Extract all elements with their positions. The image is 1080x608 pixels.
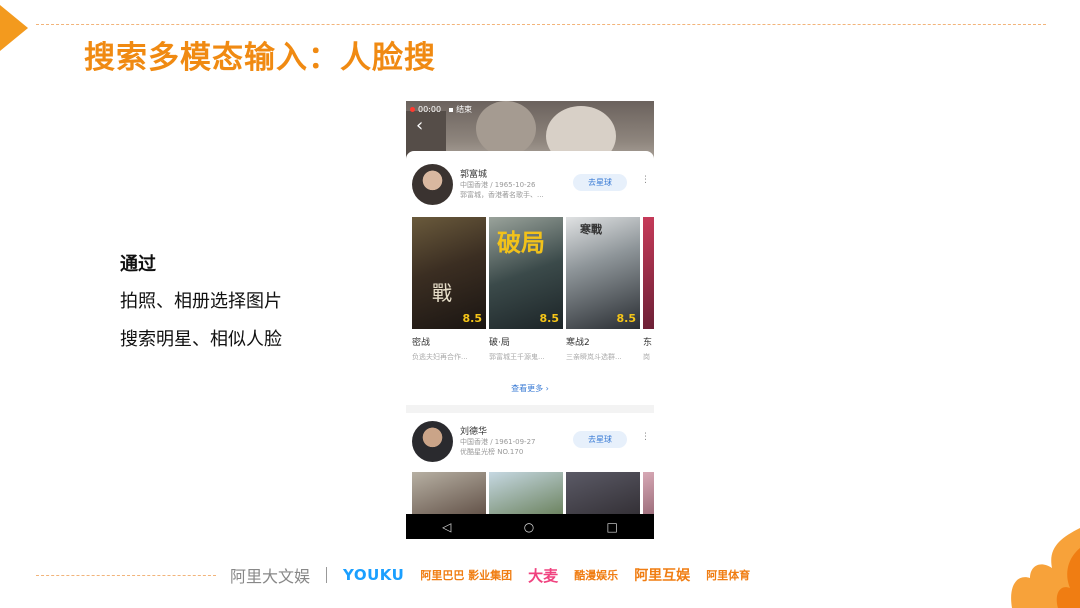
record-dot-icon — [410, 107, 415, 112]
movie-desc: 郭富城王千源鬼... — [489, 353, 545, 361]
poster-title-art: 破局 — [497, 229, 545, 257]
movie-item[interactable]: 密战 负逃夫妇再合作... — [412, 335, 486, 361]
movie-item[interactable]: 破·局 郭富城王千源鬼... — [489, 335, 563, 361]
rating-badge: 8.5 — [616, 312, 637, 325]
recording-indicator: 00:00 — [410, 105, 441, 114]
stop-button[interactable]: 结束 — [449, 104, 472, 115]
damai-logo: 大麦 — [528, 566, 559, 585]
movie-title-row: 密战 负逃夫妇再合作... 破·局 郭富城王千源鬼... 寒战2 三亲瞬岚斗选群… — [412, 335, 654, 361]
bullet-line: 拍照、相册选择图片 — [120, 291, 282, 312]
movie-poster[interactable]: 寒戰 8.5 — [566, 217, 640, 329]
kuman-logo: 酷漫娱乐 — [574, 569, 619, 582]
celebrity-header[interactable]: 刘德华 中国香港 / 1961-09-27 优酷星光榜 NO.170 去星球 ⋮ — [412, 421, 650, 463]
top-dashed-divider — [36, 24, 1046, 25]
alisports-logo: 阿里体育 — [706, 569, 751, 582]
movie-item[interactable]: 东 岗 — [643, 335, 654, 361]
logo-separator — [326, 567, 328, 583]
stop-icon — [449, 108, 454, 112]
bullet-list: 通过 拍照、相册选择图片 搜索明星、相似人脸 — [120, 250, 282, 363]
nav-home-icon[interactable]: ○ — [524, 520, 534, 534]
movie-title: 寒战2 — [566, 338, 590, 348]
bullet-line: 搜索明星、相似人脸 — [120, 329, 282, 350]
bullet-heading: 通过 — [120, 254, 156, 275]
nav-back-icon[interactable]: ◁ — [442, 520, 451, 534]
movie-title: 破·局 — [489, 338, 510, 348]
movie-desc: 岗 — [643, 353, 650, 361]
movie-poster[interactable]: 破局 8.5 — [489, 217, 563, 329]
movie-poster[interactable]: 戰 8.5 — [412, 217, 486, 329]
avatar[interactable] — [412, 164, 453, 205]
back-arrow-icon[interactable]: ‹ — [416, 117, 423, 135]
alibaba-pictures-logo: 阿里巴巴 影业集团 — [420, 569, 513, 582]
poster-title-art: 戰 — [432, 281, 452, 305]
celebrity-meta: 中国香港 / 1961-09-27 — [460, 438, 536, 446]
android-nav-bar: ◁ ○ □ — [406, 514, 654, 539]
movie-item[interactable]: 寒战2 三亲瞬岚斗选群... — [566, 335, 640, 361]
see-more-link[interactable]: 查看更多 › — [406, 383, 654, 394]
celebrity-header[interactable]: 郭富城 中国香港 / 1965-10-26 郭富城，香港著名歌手、... 去星球… — [412, 164, 650, 206]
alibaba-games-logo: 阿里互娱 — [634, 568, 691, 584]
celebrity-description: 郭富城，香港著名歌手、... — [460, 191, 544, 199]
movie-desc: 三亲瞬岚斗选群... — [566, 353, 622, 361]
avatar[interactable] — [412, 421, 453, 462]
youku-logo: YOUKU — [343, 566, 405, 584]
rating-badge: 8.5 — [539, 312, 560, 325]
celebrity-card: 郭富城 中国香港 / 1965-10-26 郭富城，香港著名歌手、... 去星球… — [406, 151, 654, 405]
corner-triangle-decoration — [0, 5, 28, 51]
phone-screenshot: 00:00 结束 ‹ 郭富城 中国香港 / 1965-10-26 郭富城，香港著… — [406, 101, 654, 539]
movie-desc: 负逃夫妇再合作... — [412, 353, 468, 361]
flame-corner-decoration — [1011, 528, 1080, 608]
slide-title: 搜索多模态输入：人脸搜 — [84, 40, 436, 76]
movie-poster-row: 戰 8.5 破局 8.5 寒戰 8.5 — [412, 217, 654, 329]
bottom-dashed-divider — [36, 575, 216, 576]
go-planet-button[interactable]: 去星球 — [573, 431, 627, 448]
movie-title: 东 — [643, 338, 653, 348]
nav-recent-icon[interactable]: □ — [607, 520, 618, 534]
celebrity-meta: 中国香港 / 1965-10-26 — [460, 181, 536, 189]
celebrity-name: 刘德华 — [460, 427, 488, 437]
footer-logo-bar: 阿里大文娱 YOUKU 阿里巴巴 影业集团 大麦 酷漫娱乐 阿里互娱 阿里体育 — [230, 563, 750, 587]
rating-badge: 8.5 — [462, 312, 483, 325]
go-planet-button[interactable]: 去星球 — [573, 174, 627, 191]
celebrity-card: 刘德华 中国香港 / 1961-09-27 优酷星光榜 NO.170 去星球 ⋮ — [406, 413, 654, 521]
movie-poster[interactable] — [643, 217, 654, 329]
poster-title-art: 寒戰 — [580, 223, 602, 236]
celebrity-name: 郭富城 — [460, 170, 488, 180]
status-bar: 00:00 结束 — [410, 104, 472, 115]
more-options-icon[interactable]: ⋮ — [641, 175, 650, 185]
more-options-icon[interactable]: ⋮ — [641, 432, 650, 442]
alibaba-ent-logo: 阿里大文娱 — [230, 567, 311, 586]
celebrity-description: 优酷星光榜 NO.170 — [460, 448, 524, 456]
movie-title: 密战 — [412, 338, 431, 348]
